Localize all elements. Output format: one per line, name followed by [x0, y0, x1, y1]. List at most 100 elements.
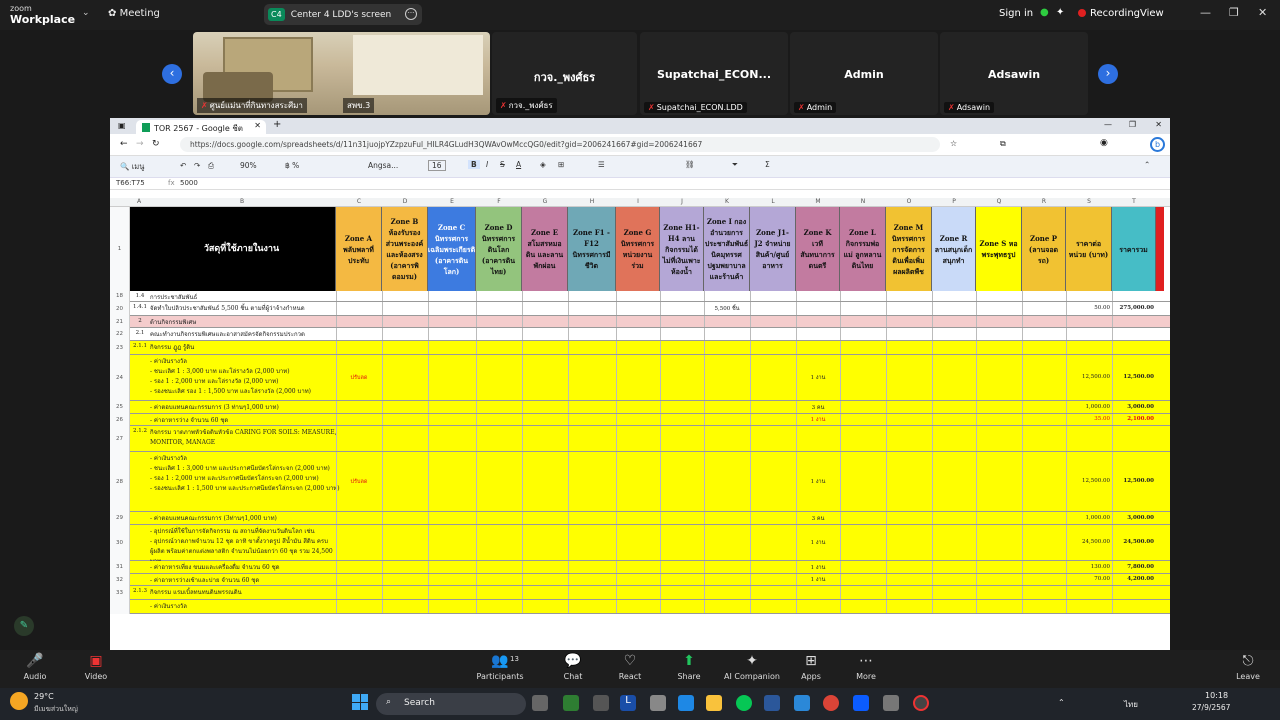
weather-temp[interactable]: 29°C [34, 692, 54, 701]
zone-header-cell[interactable]: Zone F1 - F12 นิทรรศการมีชีวิต [568, 207, 616, 291]
url-input[interactable]: https://docs.google.com/spreadsheets/d/1… [180, 137, 940, 152]
sparkle-icon[interactable]: ✦ [1056, 7, 1064, 18]
total-price-value[interactable]: 24,500.00 [1114, 539, 1154, 545]
table-row[interactable]: - ค่าเงินรางวัล [130, 600, 1170, 614]
font-size-input[interactable]: 16 [428, 160, 446, 171]
unit-price-value[interactable]: 24,500.00 [1068, 539, 1110, 545]
forward-icon[interactable]: → [136, 139, 144, 149]
meeting-button[interactable]: ✿ Meeting [108, 8, 160, 19]
column-letter[interactable]: E [428, 198, 476, 205]
zone-k-value[interactable]: 1 งาน [798, 416, 838, 424]
zone-header-cell[interactable]: Zone A พลับพลาที่ประทับ [336, 207, 382, 291]
zone-header-cell[interactable]: Zone J1-J2 จำหน่ายสินค้า/ศูนย์อาหาร [750, 207, 796, 291]
align-icon[interactable]: ☰ [598, 160, 605, 169]
unit-price-value[interactable]: 130.00 [1068, 564, 1110, 570]
row-number[interactable] [110, 600, 130, 614]
column-letter[interactable]: F [476, 198, 522, 205]
zoom-app-icon[interactable] [853, 695, 869, 711]
total-price-value[interactable]: 4,200.00 [1114, 576, 1154, 582]
italic-button[interactable]: I [486, 160, 488, 169]
zone-header-cell[interactable]: Zone L กิจกรรมพ่อแม่ ลูกหลานดินไทย [840, 207, 886, 291]
menu-search[interactable]: 🔍 เมนู [120, 161, 144, 173]
column-letter[interactable]: L [750, 198, 796, 205]
screen-share-pill[interactable]: C4 Center 4 LDD's screen ··· [264, 4, 422, 25]
strikethrough-button[interactable]: S [500, 160, 505, 169]
zone-header-cell[interactable]: Zone E สโมสรหมอดิน และลานพักผ่อน [522, 207, 568, 291]
bing-icon[interactable]: b [1150, 137, 1165, 152]
table-row[interactable]: 2 ด้านกิจกรรมพิเศษ [130, 316, 1170, 328]
unit-price-value[interactable]: 35.00 [1068, 416, 1110, 422]
column-letter[interactable]: J [660, 198, 704, 205]
row-number[interactable]: 33 [110, 586, 130, 600]
text-color-button[interactable]: A [516, 160, 521, 169]
table-row[interactable]: 2.1.1 กิจกรรม ฎูฎ รู้ดิน [130, 341, 1170, 355]
row-number[interactable]: 27 [110, 426, 130, 452]
participant-tile[interactable]: Supatchai_ECON... ✗ Supatchai_ECON.LDD [640, 32, 788, 115]
zone-header-cell[interactable]: Zone H1-H4 ลานกิจกรรมได้ไม่ที่เงินเพาะห้… [660, 207, 704, 291]
participant-video-tile[interactable]: ✗ ศูนย์แม่นาที่กินทางสระศีมา สพข.3 [193, 32, 490, 115]
shield-icon[interactable]: ● [1040, 7, 1049, 18]
file-explorer-icon[interactable] [706, 695, 722, 711]
zone-k-value[interactable]: 1 งาน [798, 374, 838, 382]
chrome-icon[interactable] [823, 695, 839, 711]
recording-indicator[interactable]: Recording [1078, 8, 1140, 19]
tab-list-icon[interactable]: ▣ [118, 121, 126, 130]
weather-desc[interactable]: มีเมฆส่วนใหญ่ [34, 704, 78, 715]
row-number[interactable]: 24 [110, 355, 130, 401]
zoom-select[interactable]: 90% [240, 161, 257, 170]
zone-header-cell[interactable]: Zone I กองอำนวยการ ประชาสัมพันธ์ นิคมุทร… [704, 207, 750, 291]
column-letter[interactable]: B [148, 198, 336, 205]
column-letter[interactable]: A [130, 198, 148, 205]
app-icon[interactable]: L [620, 695, 636, 711]
chevron-up-icon[interactable]: ⌃ [1144, 160, 1150, 169]
language-indicator[interactable]: ไทย [1124, 698, 1138, 711]
restore-icon[interactable]: ❐ [1229, 6, 1239, 19]
zone-header-cell[interactable]: Zone M นิทรรศการการจัดการดินเพื่อเพิ่มผล… [886, 207, 932, 291]
prev-page-icon[interactable]: ‹ [162, 64, 182, 84]
table-row[interactable]: - ค่าเงินรางวัล - ชนะเลิศ 1 : 3,000 บาท … [130, 355, 1170, 401]
zone-k-value[interactable]: 1 งาน [798, 539, 838, 547]
unit-price-value[interactable]: 70.00 [1068, 576, 1110, 582]
line-icon[interactable] [736, 695, 752, 711]
zone-header-cell[interactable]: Zone C นิทรรศการเฉลิมพระเกียรติ (อาคารดิ… [428, 207, 476, 291]
unit-price-value[interactable]: 12,500.00 [1068, 478, 1110, 484]
minimize-icon[interactable]: — [1104, 120, 1112, 129]
table-row[interactable]: - ค่าอาหารว่างเช้าและบ่าย จำนวน 60 ชุด 1 … [130, 574, 1170, 586]
row-number[interactable]: 23 [110, 341, 130, 355]
view-button[interactable]: View [1140, 8, 1164, 19]
zone-k-value[interactable]: 3 คน [798, 515, 838, 523]
row-number[interactable]: 26 [110, 414, 130, 426]
profile-icon[interactable]: ◉ [1100, 138, 1108, 148]
filter-icon[interactable]: ⏷ [732, 160, 738, 170]
table-row[interactable]: - อุปกรณ์ที่ใช้ในการจัดกิจกรรม ณ สถานที่… [130, 525, 1170, 575]
minimize-icon[interactable]: — [1200, 6, 1211, 19]
app-icon[interactable] [650, 695, 666, 711]
table-row[interactable]: 1.4.1 จัดทำใบปลิวประชาสัมพันธ์ 5,500 ชิ้น… [130, 302, 1170, 316]
total-price-value[interactable]: 3,000.00 [1114, 515, 1154, 521]
zone-header-cell[interactable]: Zone K เวทีสันทนาการดนตรี [796, 207, 840, 291]
close-icon[interactable]: ✕ [1258, 6, 1267, 19]
row-number[interactable]: 18 [110, 291, 130, 302]
zone-header-cell[interactable]: Zone B ห้องรับรองส่วนพระองค์และห้องสรง (… [382, 207, 428, 291]
chevron-up-icon[interactable]: ⌃ [1058, 698, 1065, 707]
zone-i-value[interactable]: 5,500 ชิ้น [706, 305, 748, 313]
more-options-icon[interactable]: ··· [405, 8, 417, 20]
app-icon[interactable] [593, 695, 609, 711]
close-tab-icon[interactable]: ✕ [254, 121, 261, 130]
font-select[interactable]: Angsa... [368, 161, 398, 170]
column-letter[interactable]: R [1022, 198, 1066, 205]
chevron-down-icon[interactable]: ⌄ [82, 8, 90, 18]
table-row[interactable]: 1.4 การประชาสัมพันธ์ [130, 291, 1170, 302]
participant-tile[interactable]: Adsawin ✗ Adsawin [940, 32, 1088, 115]
column-letter[interactable]: N [840, 198, 886, 205]
row-number[interactable]: 31 [110, 561, 130, 574]
restore-icon[interactable]: ❐ [1129, 120, 1136, 129]
app-icon[interactable] [563, 695, 579, 711]
column-letter[interactable]: H [568, 198, 616, 205]
reload-icon[interactable]: ↻ [152, 139, 160, 149]
zone-header-cell[interactable]: Zone S หอพระพุทธรูป [976, 207, 1022, 291]
total-price-value[interactable]: 3,000.00 [1114, 404, 1154, 410]
extensions-icon[interactable]: ⧉ [1000, 139, 1006, 149]
formula-input[interactable]: 5000 [180, 179, 198, 187]
table-row[interactable]: - ค่าอาหารเที่ยง ขนมและเครื่องดื่ม จำนวน… [130, 561, 1170, 574]
